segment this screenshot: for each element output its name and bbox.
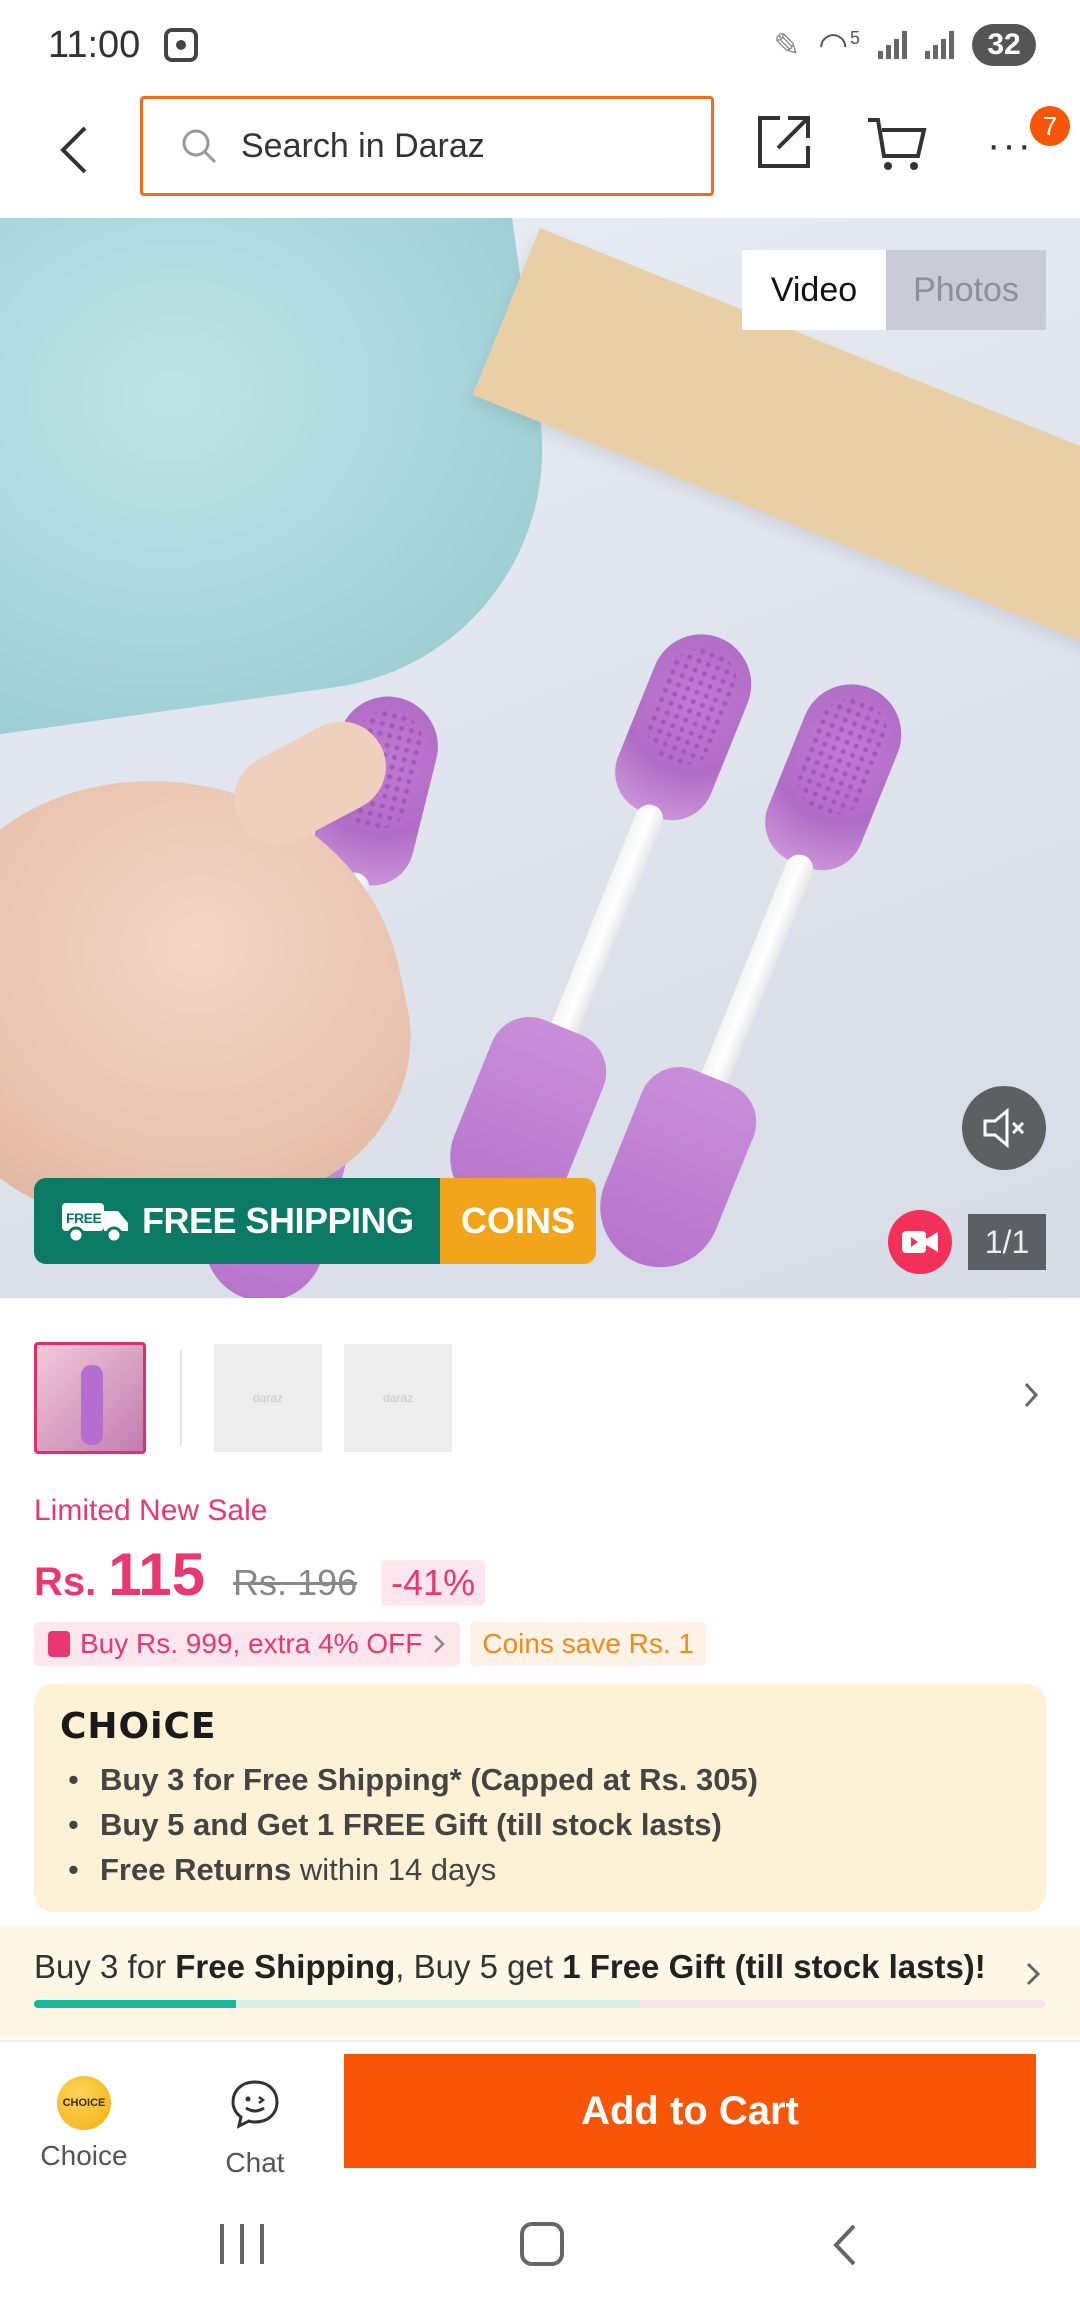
pencil-icon: ✎: [773, 27, 801, 63]
thumbnail-strip: daraz daraz: [0, 1340, 1080, 1454]
tab-video[interactable]: Video: [742, 250, 886, 330]
media-tabs: Video Photos: [742, 250, 1046, 330]
divider: [180, 1350, 182, 1446]
promo-row: Buy Rs. 999, extra 4% OFF Coins save Rs.…: [34, 1622, 706, 1666]
chat-label: Chat: [225, 2147, 285, 2178]
battery-level: 32: [972, 24, 1036, 66]
add-to-cart-button[interactable]: Add to Cart: [344, 2054, 1036, 2168]
free-shipping-banner: FREE FREE SHIPPING COINS: [34, 1178, 596, 1264]
top-header: Search in Daraz ··· 7: [0, 92, 1080, 216]
search-placeholder: Search in Daraz: [241, 126, 485, 165]
status-time: 11:00: [48, 23, 141, 66]
promo-voucher[interactable]: Buy Rs. 999, extra 4% OFF: [34, 1622, 461, 1666]
free-shipping-label-box: FREE FREE SHIPPING: [34, 1178, 440, 1264]
sale-label: Limited New Sale: [34, 1494, 268, 1527]
signal-icon: [878, 31, 907, 59]
price-value: 115: [108, 1541, 206, 1608]
list-item: Free Returns within 14 days: [60, 1847, 1020, 1892]
coins-tag: Coins save Rs. 1: [470, 1622, 706, 1666]
choice-benefits-card[interactable]: CHOiCE Buy 3 for Free Shipping* (Capped …: [34, 1684, 1046, 1912]
network-type-label: 5: [849, 27, 860, 48]
bundle-progress: [34, 2000, 1046, 2008]
search-icon: [182, 129, 217, 164]
truck-label: FREE: [66, 1210, 102, 1226]
choice-benefits-list: Buy 3 for Free Shipping* (Capped at Rs. …: [60, 1757, 1020, 1892]
back-icon: [60, 126, 87, 174]
list-item: Buy 3 for Free Shipping* (Capped at Rs. …: [60, 1757, 1020, 1802]
thumbnail-active[interactable]: [34, 1342, 146, 1454]
product-video[interactable]: [0, 218, 1080, 1298]
choice-icon: CHOICE: [57, 2076, 111, 2130]
notification-badge: 7: [1030, 106, 1070, 146]
chevron-right-icon: [434, 1635, 446, 1653]
status-bar: 11:00 ✎ ◠ 5 32: [0, 0, 1080, 90]
media-counter: 1/1: [968, 1214, 1046, 1270]
coins-label: COINS: [440, 1178, 596, 1264]
signal-icon-2: [925, 31, 954, 59]
chevron-right-icon: [1026, 1962, 1041, 1986]
bundle-progress-track: [236, 2000, 641, 2008]
chat-button[interactable]: Chat: [210, 2076, 300, 2179]
promo-text: Buy Rs. 999, extra 4% OFF: [80, 1628, 423, 1659]
status-icons: ✎ ◠ 5 32: [773, 24, 1036, 66]
home-button[interactable]: [520, 2222, 564, 2266]
truck-icon: FREE: [62, 1203, 128, 1244]
search-input[interactable]: Search in Daraz: [140, 96, 714, 196]
list-item: Buy 5 and Get 1 FREE Gift (till stock la…: [60, 1802, 1020, 1847]
back-button[interactable]: [50, 120, 100, 180]
bundle-progress-track-end: [640, 2000, 1046, 2008]
free-shipping-label: FREE SHIPPING: [142, 1200, 414, 1241]
recents-button[interactable]: [220, 2224, 264, 2264]
towel-image: [0, 218, 574, 738]
share-icon[interactable]: [754, 112, 814, 172]
video-camera-button[interactable]: [888, 1210, 952, 1274]
mute-button[interactable]: [962, 1086, 1046, 1170]
bundle-progress-fill: [34, 2000, 237, 2008]
bundle-offer-text: Buy 3 for Free Shipping, Buy 5 get 1 Fre…: [34, 1948, 986, 1985]
video-camera-icon: [902, 1231, 938, 1253]
cart-icon[interactable]: [864, 112, 928, 176]
wifi-icon: ◠: [818, 26, 848, 64]
system-back-icon[interactable]: [826, 2220, 866, 2270]
bottom-action-bar: CHOICE Choice Chat Add to Cart: [0, 2040, 1080, 2180]
discount-badge: -41%: [381, 1560, 486, 1606]
thumbnail-placeholder[interactable]: daraz: [214, 1344, 322, 1452]
system-navigation-bar: [0, 2180, 1080, 2316]
choice-logo: CHOiCE: [60, 1706, 217, 1747]
choice-button[interactable]: CHOICE Choice: [36, 2076, 132, 2172]
voucher-icon: [48, 1631, 70, 1657]
choice-label: Choice: [40, 2140, 128, 2171]
bundle-offer-bar[interactable]: Buy 3 for Free Shipping, Buy 5 get 1 Fre…: [0, 1926, 1080, 2038]
screenshot-icon: [164, 28, 199, 62]
mute-icon: [983, 1107, 1025, 1149]
chat-icon: [231, 2080, 279, 2129]
price-currency: Rs.: [34, 1560, 97, 1604]
chevron-right-icon[interactable]: [1016, 1370, 1046, 1420]
thumbnail-placeholder[interactable]: daraz: [344, 1344, 452, 1452]
price-row: Rs. 115 Rs. 196 -41%: [34, 1540, 486, 1609]
old-price: Rs. 196: [233, 1562, 358, 1603]
tab-photos[interactable]: Photos: [886, 250, 1046, 330]
